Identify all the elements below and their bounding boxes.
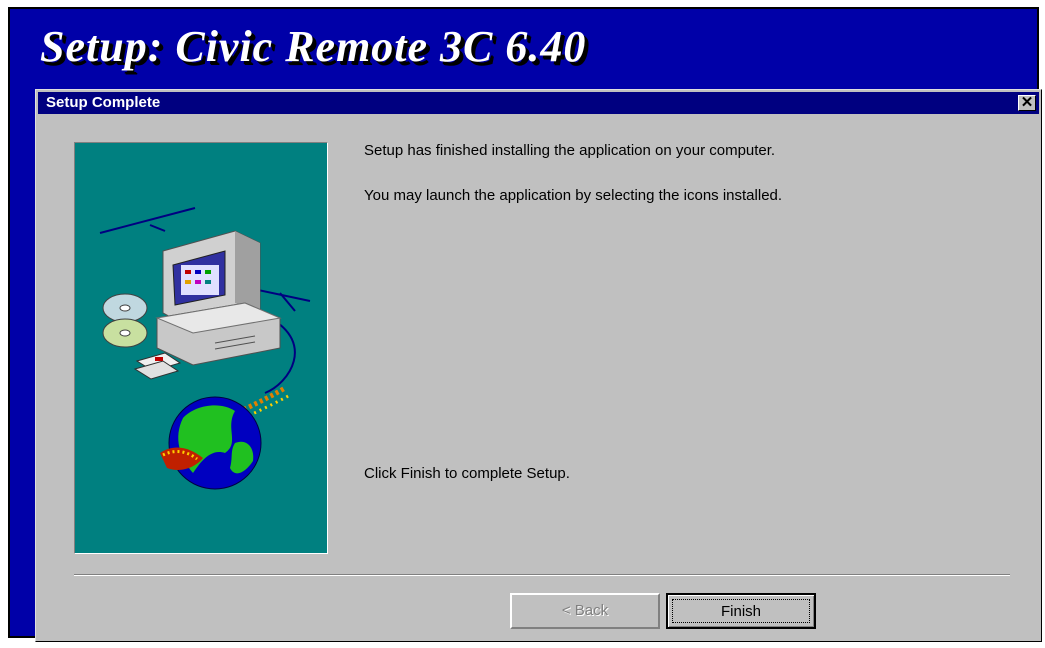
- message-finished-installing: Setup has finished installing the applic…: [364, 142, 776, 159]
- message-click-finish: Click Finish to complete Setup.: [364, 465, 570, 482]
- dialog-title: Setup Complete: [46, 94, 161, 111]
- setup-complete-dialog: Setup Complete ✕ Setup has finished inst…: [35, 89, 1042, 642]
- finish-button-label: Finish: [672, 599, 810, 623]
- close-button[interactable]: ✕: [1018, 95, 1036, 111]
- finish-button[interactable]: Finish: [666, 593, 816, 629]
- illustration-icon: [99, 207, 311, 490]
- installer-backdrop: Setup: Civic Remote 3C 6.40 Setup Comple…: [8, 7, 1042, 642]
- dialog-titlebar: Setup Complete ✕: [38, 92, 1039, 114]
- button-separator: [74, 574, 1010, 576]
- banner-title: Setup: Civic Remote 3C 6.40: [40, 22, 587, 71]
- back-button[interactable]: < Back: [510, 593, 660, 629]
- computer-globe-illustration: [74, 142, 328, 554]
- close-icon: ✕: [1020, 94, 1034, 111]
- message-launch-instructions: You may launch the application by select…: [364, 187, 783, 204]
